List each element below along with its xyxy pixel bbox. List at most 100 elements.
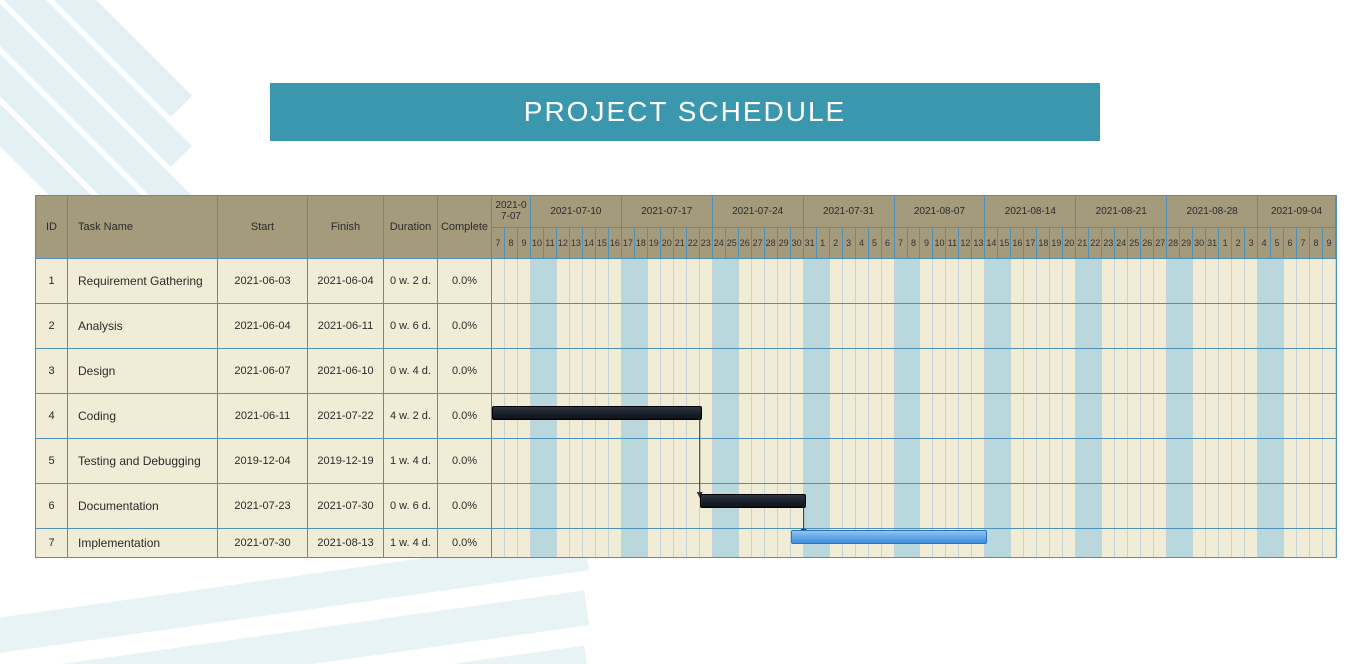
week-header: 2021-0 7-07 <box>492 196 531 227</box>
day-header: 6 <box>882 228 895 259</box>
day-header: 19 <box>1050 228 1063 259</box>
gantt-chart: ID Task Name Start Finish Duration Compl… <box>35 195 1337 558</box>
day-header: 28 <box>1167 228 1180 259</box>
day-header: 1 <box>1219 228 1232 259</box>
day-header: 15 <box>998 228 1011 259</box>
day-header: 1 <box>817 228 830 259</box>
day-header: 23 <box>1102 228 1115 259</box>
day-header: 10 <box>531 228 544 259</box>
day-header: 21 <box>674 228 687 259</box>
task-finish: 2021-07-30 <box>308 484 384 528</box>
day-header: 22 <box>687 228 700 259</box>
task-duration: 1 w. 4 d. <box>384 529 438 557</box>
day-header: 5 <box>869 228 882 259</box>
task-id: 6 <box>36 484 68 528</box>
day-header: 15 <box>596 228 609 259</box>
day-header: 7 <box>895 228 908 259</box>
day-header: 13 <box>972 228 985 259</box>
week-header: 2021-08-28 <box>1167 196 1258 227</box>
day-header: 19 <box>648 228 661 259</box>
task-duration: 1 w. 4 d. <box>384 439 438 483</box>
task-complete: 0.0% <box>438 259 492 303</box>
day-header: 6 <box>1284 228 1297 259</box>
day-header: 30 <box>1193 228 1206 259</box>
week-header: 2021-07-10 <box>531 196 622 227</box>
day-header: 4 <box>1258 228 1271 259</box>
task-start: 2021-06-04 <box>218 304 308 348</box>
task-name: Implementation <box>68 529 218 557</box>
task-complete: 0.0% <box>438 304 492 348</box>
week-header: 2021-09-04 <box>1258 196 1336 227</box>
gantt-header: ID Task Name Start Finish Duration Compl… <box>36 196 1336 259</box>
day-header: 28 <box>765 228 778 259</box>
task-name: Testing and Debugging <box>68 439 218 483</box>
bg-decoration-bottom <box>0 544 540 664</box>
task-complete: 0.0% <box>438 394 492 438</box>
task-start: 2021-06-07 <box>218 349 308 393</box>
day-header: 29 <box>778 228 791 259</box>
task-complete: 0.0% <box>438 529 492 557</box>
day-header: 20 <box>661 228 674 259</box>
day-header: 9 <box>1323 228 1336 259</box>
task-start: 2021-07-30 <box>218 529 308 557</box>
task-id: 5 <box>36 439 68 483</box>
day-header: 16 <box>609 228 622 259</box>
day-header: 17 <box>1024 228 1037 259</box>
day-header: 16 <box>1011 228 1024 259</box>
task-row: 6Documentation2021-07-232021-07-300 w. 6… <box>36 484 492 529</box>
task-finish: 2021-07-22 <box>308 394 384 438</box>
day-header: 11 <box>544 228 557 259</box>
day-header: 7 <box>492 228 505 259</box>
timeline-header: 2021-0 7-072021-07-102021-07-172021-07-2… <box>492 196 1336 258</box>
task-row: 5Testing and Debugging2019-12-042019-12-… <box>36 439 492 484</box>
col-header-finish: Finish <box>308 196 384 258</box>
task-finish: 2019-12-19 <box>308 439 384 483</box>
task-duration: 0 w. 2 d. <box>384 259 438 303</box>
day-header: 5 <box>1271 228 1284 259</box>
gantt-bar <box>492 406 702 420</box>
day-header: 29 <box>1180 228 1193 259</box>
timeline-row <box>492 259 1336 304</box>
day-header: 27 <box>1154 228 1167 259</box>
task-row: 1Requirement Gathering2021-06-032021-06-… <box>36 259 492 304</box>
task-id: 4 <box>36 394 68 438</box>
task-id: 7 <box>36 529 68 557</box>
day-header: 14 <box>583 228 596 259</box>
task-start: 2019-12-04 <box>218 439 308 483</box>
day-header: 12 <box>557 228 570 259</box>
week-header: 2021-07-24 <box>713 196 804 227</box>
week-header: 2021-08-07 <box>895 196 986 227</box>
col-header-id: ID <box>36 196 68 258</box>
day-header: 23 <box>700 228 713 259</box>
day-header: 9 <box>920 228 933 259</box>
day-header: 10 <box>933 228 946 259</box>
day-header: 26 <box>1141 228 1154 259</box>
task-finish: 2021-06-10 <box>308 349 384 393</box>
day-header: 8 <box>505 228 518 259</box>
day-header: 8 <box>908 228 921 259</box>
day-header: 11 <box>946 228 959 259</box>
day-header: 18 <box>1037 228 1050 259</box>
col-header-duration: Duration <box>384 196 438 258</box>
day-header: 31 <box>804 228 817 259</box>
day-header: 20 <box>1063 228 1076 259</box>
task-duration: 0 w. 6 d. <box>384 484 438 528</box>
day-header: 12 <box>959 228 972 259</box>
day-header: 3 <box>1245 228 1258 259</box>
week-header: 2021-08-21 <box>1076 196 1167 227</box>
task-row: 2Analysis2021-06-042021-06-110 w. 6 d.0.… <box>36 304 492 349</box>
task-complete: 0.0% <box>438 484 492 528</box>
day-header: 25 <box>1128 228 1141 259</box>
task-name: Requirement Gathering <box>68 259 218 303</box>
task-id: 3 <box>36 349 68 393</box>
day-header: 2 <box>1232 228 1245 259</box>
day-header: 17 <box>622 228 635 259</box>
gantt-bar <box>791 530 988 544</box>
task-duration: 0 w. 6 d. <box>384 304 438 348</box>
day-header: 24 <box>713 228 726 259</box>
task-row: 4Coding2021-06-112021-07-224 w. 2 d.0.0% <box>36 394 492 439</box>
day-header: 26 <box>739 228 752 259</box>
col-header-name: Task Name <box>68 196 218 258</box>
task-id: 2 <box>36 304 68 348</box>
task-row: 3Design2021-06-072021-06-100 w. 4 d.0.0% <box>36 349 492 394</box>
